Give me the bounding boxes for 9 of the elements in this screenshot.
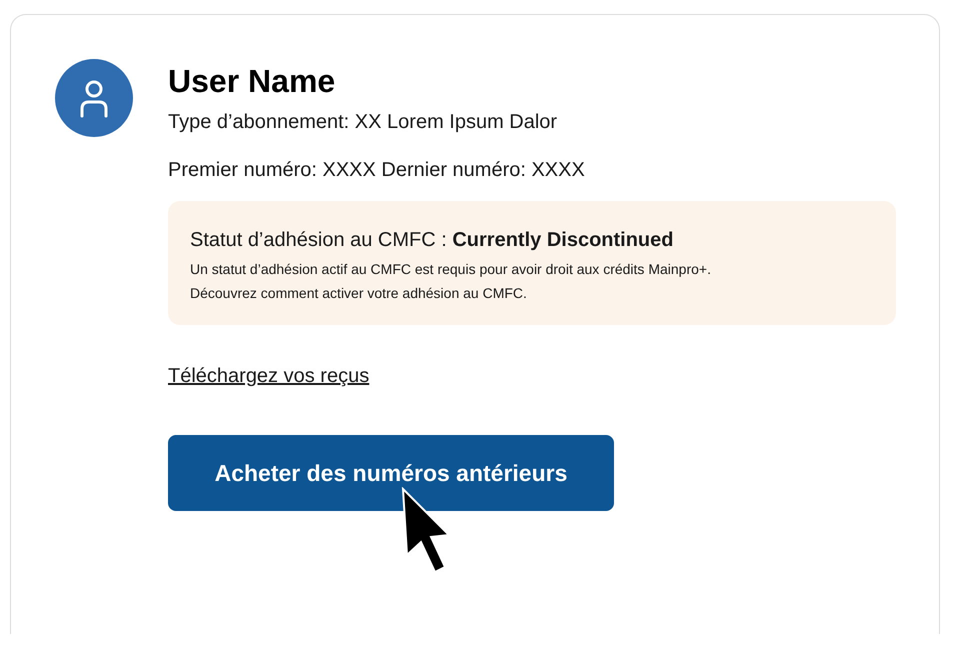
user-name: User Name [168, 62, 336, 101]
subscription-type: Type d’abonnement: XX Lorem Ipsum Dalor [168, 110, 558, 135]
notice-text: Un statut d’adhésion actif au CMFC est requis pour avoir droit aux crédits Mainpro+. [190, 260, 712, 279]
download-receipts-link[interactable]: Téléchargez vos reçus [168, 365, 370, 387]
issue-range: Premier numéro: XXXX Dernier numéro: XXXX [168, 158, 586, 183]
membership-status: Statut d’adhésion au CMFC : Currently Discontinued [190, 228, 674, 253]
buy-back-issues-button[interactable]: Acheter des numéros antérieurs [168, 435, 614, 511]
notice-text: Découvrez comment activer votre adhésion au CMFC. [190, 284, 528, 303]
user-avatar-icon [55, 59, 133, 137]
